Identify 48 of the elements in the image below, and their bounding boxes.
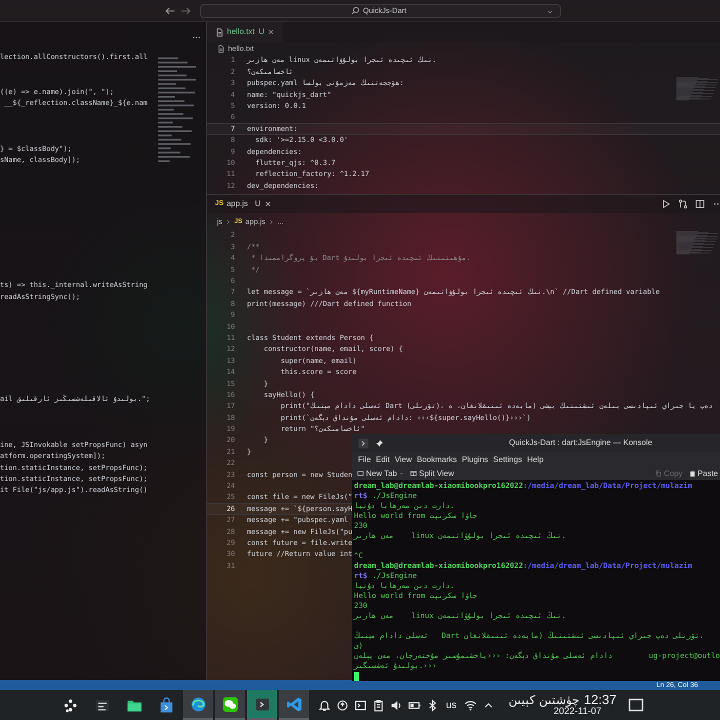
terminal-icon: [254, 696, 270, 712]
wifi-icon[interactable]: [464, 698, 477, 712]
console-icon[interactable]: [354, 698, 367, 712]
paste-icon: [688, 470, 696, 477]
show-desktop-icon[interactable]: [628, 697, 644, 713]
menu-item[interactable]: Help: [527, 456, 544, 464]
split-editor-icon[interactable]: [695, 199, 705, 209]
new-tab-icon: [357, 470, 364, 477]
editor-tab[interactable]: hello.txt U: [207, 22, 284, 42]
update-icon[interactable]: [336, 698, 349, 712]
volume-icon[interactable]: [390, 698, 403, 712]
menu-item[interactable]: File: [358, 456, 371, 464]
menu-item[interactable]: Settings: [493, 456, 522, 464]
menu-item[interactable]: Plugins: [462, 456, 488, 464]
keyboard-layout[interactable]: us: [446, 698, 457, 712]
bell-icon[interactable]: [318, 698, 331, 712]
window-title: QuickJs-Dart : dart:JsEngine — Konsole: [509, 437, 652, 449]
minimap-drawing: [674, 77, 718, 101]
menu-item[interactable]: Bookmarks: [416, 456, 457, 464]
chat-icon: [222, 696, 238, 712]
copy-icon: [654, 470, 662, 477]
menu-item[interactable]: Edit: [376, 456, 390, 464]
pin-icon[interactable]: [375, 438, 384, 448]
file-icon: [215, 28, 224, 36]
text-cursor: [354, 672, 359, 680]
shopping-bag-icon: [158, 696, 174, 714]
browser-icon: [190, 696, 206, 712]
compare-icon[interactable]: [678, 199, 688, 209]
menu-item[interactable]: View: [394, 456, 412, 464]
close-icon[interactable]: [264, 200, 272, 208]
close-icon[interactable]: [267, 28, 276, 36]
taskbar-button[interactable]: [215, 690, 245, 720]
chevron-right-icon: [268, 218, 274, 224]
split-view-icon: [410, 470, 417, 477]
search-icon: [351, 6, 360, 15]
toolbar-button[interactable]: Split View: [410, 470, 454, 478]
chevron-right-icon: [225, 218, 232, 224]
minimap-drawing: [674, 231, 718, 255]
toolbar-button[interactable]: Paste: [688, 470, 718, 478]
file-icon: [217, 44, 225, 52]
code-editor-icon: [286, 696, 302, 712]
toolbar-button[interactable]: New Tab: [357, 470, 404, 478]
app-launcher-icon: [62, 696, 78, 714]
taskbar-button[interactable]: [183, 690, 213, 720]
caret-icon: [398, 471, 404, 476]
clipboard-icon[interactable]: [372, 698, 385, 712]
terminal-prompt-icon: [358, 438, 369, 448]
run-icon[interactable]: [661, 199, 671, 209]
